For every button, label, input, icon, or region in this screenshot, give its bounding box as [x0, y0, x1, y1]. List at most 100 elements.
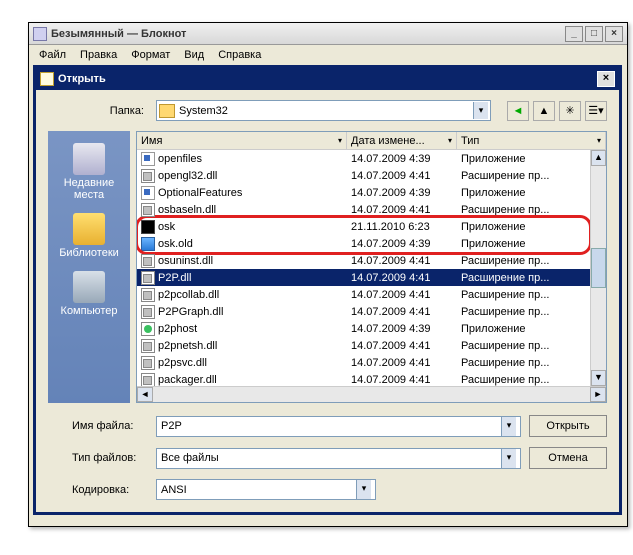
dropdown-arrow-icon[interactable]: ▾: [501, 449, 516, 468]
column-date[interactable]: Дата измене...▾: [347, 132, 457, 149]
menu-file[interactable]: Файл: [33, 47, 72, 63]
file-date: 14.07.2009 4:41: [347, 306, 457, 318]
file-type: Расширение пр...: [457, 170, 590, 182]
dialog-titlebar[interactable]: Открыть ×: [36, 68, 619, 90]
file-row[interactable]: p2pnetsh.dll 14.07.2009 4:41Расширение пр…: [137, 337, 590, 354]
scroll-down-icon[interactable]: ▼: [591, 370, 606, 386]
file-row[interactable]: packager.dll14.07.2009 4:41Расширение пр…: [137, 371, 590, 386]
file-date: 14.07.2009 4:41: [347, 340, 457, 352]
file-type: Расширение пр...: [457, 204, 590, 216]
open-icon: [40, 72, 54, 86]
computer-icon: [73, 271, 105, 303]
scroll-right-icon[interactable]: ►: [590, 387, 606, 402]
menu-help[interactable]: Справка: [212, 47, 267, 63]
file-icon: [141, 356, 155, 370]
file-row[interactable]: p2phost14.07.2009 4:39Приложение: [137, 320, 590, 337]
file-name: osk: [158, 221, 175, 233]
scroll-up-icon[interactable]: ▲: [591, 150, 606, 166]
file-icon: [141, 305, 155, 319]
file-row[interactable]: osk.old14.07.2009 4:39Приложение: [137, 235, 590, 252]
file-name: opengl32.dll: [158, 170, 217, 182]
file-type: Приложение: [457, 323, 590, 335]
file-date: 14.07.2009 4:41: [347, 170, 457, 182]
file-row[interactable]: OptionalFeatures14.07.2009 4:39Приложени…: [137, 184, 590, 201]
file-date: 14.07.2009 4:41: [347, 272, 457, 284]
file-date: 14.07.2009 4:39: [347, 187, 457, 199]
file-type: Приложение: [457, 238, 590, 250]
views-button[interactable]: ☰▾: [585, 101, 607, 121]
scroll-thumb[interactable]: [591, 248, 606, 288]
file-date: 14.07.2009 4:39: [347, 153, 457, 165]
notepad-icon: [33, 27, 47, 41]
maximize-button[interactable]: □: [585, 26, 603, 42]
new-folder-button[interactable]: ✳: [559, 101, 581, 121]
file-row[interactable]: osuninst.dll14.07.2009 4:41Расширение пр…: [137, 252, 590, 269]
menu-format[interactable]: Формат: [125, 47, 176, 63]
back-button[interactable]: ◄: [507, 101, 529, 121]
sidebar-item-libraries[interactable]: Библиотеки: [53, 209, 125, 263]
file-date: 14.07.2009 4:41: [347, 204, 457, 216]
encoding-dropdown[interactable]: ANSI ▾: [156, 479, 376, 500]
file-icon: [141, 271, 155, 285]
sidebar-item-recent[interactable]: Недавние места: [53, 139, 125, 205]
file-type: Расширение пр...: [457, 272, 590, 284]
horizontal-scrollbar[interactable]: ◄ ►: [137, 386, 606, 402]
file-icon: [141, 322, 155, 336]
close-button[interactable]: ×: [605, 26, 623, 42]
libraries-icon: [73, 213, 105, 245]
file-row[interactable]: osk21.11.2010 6:23Приложение: [137, 218, 590, 235]
filename-input[interactable]: P2P ▾: [156, 416, 521, 437]
file-date: 21.11.2010 6:23: [347, 221, 457, 233]
dropdown-arrow-icon[interactable]: ▾: [473, 102, 488, 119]
file-date: 14.07.2009 4:41: [347, 357, 457, 369]
places-sidebar: Недавние места Библиотеки Компьютер: [48, 131, 130, 403]
file-date: 14.07.2009 4:41: [347, 374, 457, 386]
up-button[interactable]: ▲: [533, 101, 555, 121]
menu-view[interactable]: Вид: [178, 47, 210, 63]
file-name: openfiles: [158, 153, 202, 165]
file-list: Имя▾ Дата измене...▾ Тип▾ openfiles 14.07…: [136, 131, 607, 403]
column-name[interactable]: Имя▾: [137, 132, 347, 149]
notepad-titlebar[interactable]: Безымянный — Блокнот _ □ ×: [29, 23, 627, 45]
sidebar-item-computer[interactable]: Компьютер: [53, 267, 125, 321]
vertical-scrollbar[interactable]: ▲ ▼: [590, 150, 606, 386]
file-row[interactable]: opengl32.dll 14.07.2009 4:41Расширение пр…: [137, 167, 590, 184]
file-name: osuninst.dll: [158, 255, 213, 267]
minimize-button[interactable]: _: [565, 26, 583, 42]
dropdown-arrow-icon[interactable]: ▾: [501, 417, 516, 436]
file-row[interactable]: p2psvc.dll14.07.2009 4:41Расширение пр..…: [137, 354, 590, 371]
file-rows[interactable]: openfiles14.07.2009 4:39Приложениеopengl…: [137, 150, 590, 386]
file-type: Приложение: [457, 187, 590, 199]
file-date: 14.07.2009 4:39: [347, 323, 457, 335]
cancel-button[interactable]: Отмена: [529, 447, 607, 469]
file-name: p2pcollab.dll: [158, 289, 219, 301]
menu-edit[interactable]: Правка: [74, 47, 123, 63]
file-type: Расширение пр...: [457, 289, 590, 301]
folder-label: Папка:: [48, 105, 148, 117]
menubar: Файл Правка Формат Вид Справка: [29, 45, 627, 65]
file-type: Расширение пр...: [457, 340, 590, 352]
dropdown-arrow-icon[interactable]: ▾: [356, 480, 371, 499]
file-name: osk.old: [158, 238, 193, 250]
scroll-left-icon[interactable]: ◄: [137, 387, 153, 402]
open-button[interactable]: Открыть: [529, 415, 607, 437]
folder-dropdown[interactable]: System32 ▾: [156, 100, 491, 121]
sidebar-label: Недавние места: [55, 177, 123, 201]
file-icon: [141, 169, 155, 183]
file-type: Расширение пр...: [457, 306, 590, 318]
dialog-close-button[interactable]: ×: [597, 71, 615, 87]
file-name: P2PGraph.dll: [158, 306, 223, 318]
filetype-dropdown[interactable]: Все файлы ▾: [156, 448, 521, 469]
file-icon: [141, 373, 155, 387]
file-date: 14.07.2009 4:41: [347, 255, 457, 267]
file-name: p2pnetsh.dll: [158, 340, 217, 352]
file-row[interactable]: p2pcollab.dll14.07.2009 4:41Расширение п…: [137, 286, 590, 303]
column-type[interactable]: Тип▾: [457, 132, 606, 149]
file-row[interactable]: osbaseln.dll14.07.2009 4:41Расширение пр…: [137, 201, 590, 218]
file-icon: [141, 203, 155, 217]
file-type: Расширение пр...: [457, 374, 590, 386]
file-row[interactable]: openfiles14.07.2009 4:39Приложение: [137, 150, 590, 167]
encoding-label: Кодировка:: [48, 484, 148, 496]
file-row[interactable]: P2PGraph.dll 14.07.2009 4:41Расширение пр…: [137, 303, 590, 320]
file-row[interactable]: P2P.dll14.07.2009 4:41Расширение пр...: [137, 269, 590, 286]
